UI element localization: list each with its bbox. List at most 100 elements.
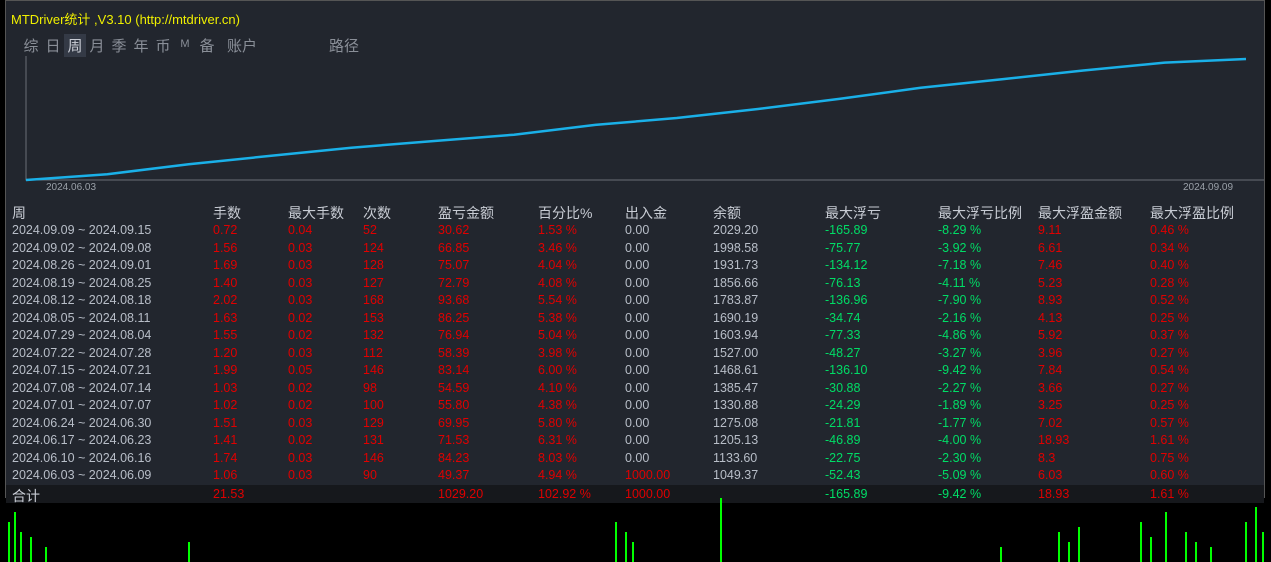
cell-11: 0.25 % — [1150, 310, 1189, 325]
price-bar — [30, 537, 32, 562]
table-row: 2024.07.22 ~ 2024.07.28 1.20 0.03 112 58.39 3… — [6, 344, 1264, 362]
cell-7: 1049.37 — [713, 468, 759, 482]
cell-3: 129 — [363, 415, 384, 430]
cell-7: 1205.13 — [713, 433, 759, 447]
cell-0: 2024.09.02 ~ 2024.09.08 — [12, 240, 152, 255]
cell-8: -46.89 — [825, 433, 861, 447]
cell-8: -48.27 — [825, 345, 861, 360]
price-bar — [1165, 512, 1167, 562]
cell-5: 5.38 % — [538, 310, 577, 325]
cell-3: 124 — [363, 240, 384, 255]
cell-11: 最大浮盈比例 — [1150, 205, 1234, 221]
cell-4: 69.95 — [438, 415, 470, 430]
cell-6: 0.00 — [625, 415, 650, 430]
tab-3[interactable]: 月 — [86, 34, 108, 57]
cell-10: 3.25 — [1038, 398, 1063, 412]
cell-1: 1.40 — [213, 275, 238, 290]
cell-7: 1931.73 — [713, 258, 759, 272]
cell-1: 1.56 — [213, 240, 238, 255]
cell-10: 6.03 — [1038, 468, 1063, 482]
cell-7: 1330.88 — [713, 398, 759, 412]
cell-9: -7.90 % — [938, 293, 982, 307]
price-bar — [1078, 527, 1080, 562]
cell-2: 0.03 — [288, 415, 313, 430]
tab-1[interactable]: 日 — [42, 34, 64, 57]
cell-1: 1.03 — [213, 380, 238, 395]
cell-9: -3.92 % — [938, 240, 982, 255]
cell-1: 1.74 — [213, 450, 238, 465]
cell-10: 7.84 — [1038, 363, 1063, 377]
price-bar — [632, 542, 634, 562]
cell-6: 0.00 — [625, 345, 650, 360]
tab-4[interactable]: 季 — [108, 34, 130, 57]
cell-2: 0.02 — [288, 328, 313, 342]
cell-8: -136.96 — [825, 293, 868, 307]
cell-11: 0.25 % — [1150, 398, 1189, 412]
price-bar — [1210, 547, 1212, 562]
table-row: 2024.08.05 ~ 2024.08.11 1.63 0.02 153 86.25 5… — [6, 309, 1264, 327]
tab-2[interactable]: 周 — [64, 34, 86, 57]
cell-7: 1603.94 — [713, 328, 759, 342]
cell-0: 2024.08.19 ~ 2024.08.25 — [12, 275, 152, 290]
cell-10: 8.3 — [1038, 450, 1056, 465]
cell-9: -5.09 % — [938, 468, 982, 482]
cell-2: 0.03 — [288, 345, 313, 360]
cell-9: -7.18 % — [938, 258, 982, 272]
cell-2: 0.02 — [288, 380, 313, 395]
cell-5: 5.54 % — [538, 293, 577, 307]
price-bar — [20, 532, 22, 562]
price-bar — [1195, 542, 1197, 562]
cell-11: 0.27 % — [1150, 345, 1189, 360]
cell-5: 8.03 % — [538, 450, 577, 465]
cell-8: -165.89 — [825, 223, 868, 237]
cell-9: -2.27 % — [938, 380, 982, 395]
cell-1: 1.69 — [213, 258, 238, 272]
weekly-stats-table: 周 手数 最大手数 次数 盈亏金额 百分比% 出入金 余额 最大浮亏 最大浮亏比例 最大浮盈金额 最大… — [6, 201, 1264, 504]
cell-8: -52.43 — [825, 468, 861, 482]
cell-8: -134.12 — [825, 258, 868, 272]
cell-5: 4.94 % — [538, 468, 577, 482]
cell-5: 5.80 % — [538, 415, 577, 430]
cell-10: 18.93 — [1038, 433, 1070, 447]
cell-5: 5.04 % — [538, 328, 577, 342]
cell-1: 2.02 — [213, 293, 238, 307]
cell-2: 0.02 — [288, 433, 313, 447]
cell-11: 0.28 % — [1150, 275, 1189, 290]
tab-8[interactable]: 备 — [196, 34, 218, 57]
cell-7: 1783.87 — [713, 293, 759, 307]
cell-11: 1.61 % — [1150, 433, 1189, 447]
cell-5: 4.08 % — [538, 275, 577, 290]
tab-9[interactable]: 账户 — [224, 34, 260, 57]
cell-10: 3.66 — [1038, 380, 1063, 395]
cell-5: 1.53 % — [538, 223, 577, 237]
cell-6: 0.00 — [625, 293, 650, 307]
cell-11: 0.27 % — [1150, 380, 1189, 395]
cell-6: 1000.00 — [625, 468, 671, 482]
tab-6[interactable]: 币 — [152, 34, 174, 57]
cell-2: 0.03 — [288, 293, 313, 307]
price-bar — [1150, 537, 1152, 562]
cell-10: 7.46 — [1038, 258, 1063, 272]
price-bar — [625, 532, 627, 562]
cell-0: 2024.06.24 ~ 2024.06.30 — [12, 415, 152, 430]
tab-0[interactable]: 综 — [20, 34, 42, 57]
cell-7: 1468.61 — [713, 363, 759, 377]
cell-6: 0.00 — [625, 433, 650, 447]
cell-4: 71.53 — [438, 433, 470, 447]
cell-6: 0.00 — [625, 258, 650, 272]
cell-4: 86.25 — [438, 310, 470, 325]
cell-4: 55.80 — [438, 398, 470, 412]
cell-9: -8.29 % — [938, 223, 982, 237]
cell-4: 66.85 — [438, 240, 470, 255]
cell-10: 最大浮盈金额 — [1038, 205, 1122, 221]
tab-10[interactable]: 路径 — [326, 34, 362, 57]
cell-6: 0.00 — [625, 310, 650, 325]
tab-7[interactable]: M — [174, 34, 196, 57]
table-row: 2024.06.10 ~ 2024.06.16 1.74 0.03 146 84.23 8… — [6, 449, 1264, 467]
cell-3: 132 — [363, 328, 384, 342]
cell-3: 90 — [363, 468, 377, 482]
cell-7: 2029.20 — [713, 223, 759, 237]
tab-5[interactable]: 年 — [130, 34, 152, 57]
cell-11: 0.46 % — [1150, 223, 1189, 237]
cell-0: 2024.06.10 ~ 2024.06.16 — [12, 450, 152, 465]
